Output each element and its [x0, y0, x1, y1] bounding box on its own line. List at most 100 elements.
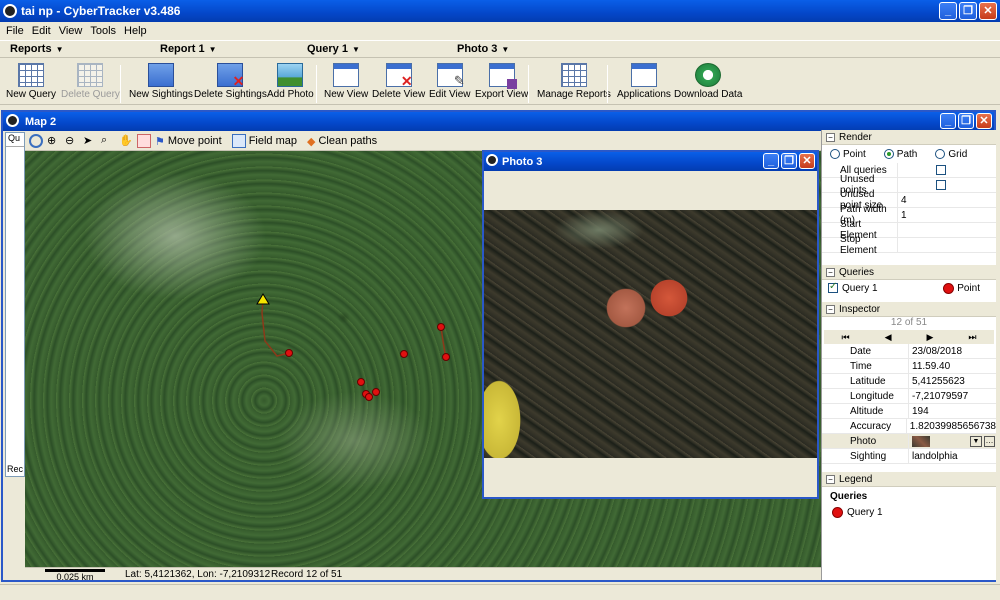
- edit-view-button[interactable]: ✎ Edit View: [429, 63, 471, 100]
- collapse-icon: −: [826, 132, 835, 142]
- delete-view-icon: ✕: [385, 63, 413, 89]
- accuracy-row: Accuracy 1.82039985656738: [822, 419, 996, 434]
- field-map-icon: [231, 134, 246, 148]
- new-query-button[interactable]: New Query: [6, 63, 56, 100]
- applications-button[interactable]: Applications: [617, 63, 671, 100]
- field-map-button[interactable]: Field map: [231, 134, 297, 148]
- photo-maximize-button[interactable]: ❐: [781, 153, 797, 169]
- date-row: Date 23/08/2018: [822, 344, 996, 359]
- unused-points-checkbox[interactable]: [936, 180, 946, 190]
- delete-sightings-button[interactable]: ✕ Delete Sightings: [194, 63, 267, 100]
- menu-tools[interactable]: Tools: [86, 25, 120, 37]
- legend-section-header[interactable]: − Legend: [822, 472, 996, 487]
- collapse-icon: −: [826, 474, 835, 484]
- photo-dropdown[interactable]: Photo 3 ▼: [457, 43, 509, 55]
- zoom-in-icon[interactable]: ⊕: [47, 134, 61, 148]
- close-button[interactable]: ✕: [979, 2, 997, 20]
- collapse-icon: −: [826, 304, 835, 314]
- unused-point-size-value[interactable]: 4: [897, 193, 996, 207]
- delete-query-button[interactable]: Delete Query: [61, 63, 120, 100]
- render-section-header[interactable]: − Render: [822, 130, 996, 145]
- first-record-icon[interactable]: ⏮: [841, 332, 849, 343]
- photo-minimize-button[interactable]: _: [763, 153, 779, 169]
- reports-dropdown[interactable]: Reports ▼: [10, 43, 63, 55]
- manage-reports-icon: [560, 63, 587, 87]
- chevron-down-icon: ▼: [208, 44, 217, 54]
- query-name: Query 1: [842, 282, 878, 294]
- map-close-button[interactable]: ✕: [976, 113, 992, 129]
- legend-item: Query 1: [822, 504, 996, 520]
- delete-view-button[interactable]: ✕ Delete View: [372, 63, 425, 100]
- map-window-titlebar[interactable]: Map 2 _ ❐ ✕: [3, 112, 994, 131]
- track-path: [261, 298, 290, 357]
- clean-paths-button[interactable]: ◆ Clean paths: [307, 135, 377, 148]
- sighting-point: [285, 349, 293, 357]
- select-arrow-icon[interactable]: ➤: [83, 134, 97, 148]
- move-point-button[interactable]: ⚑ Move point: [155, 135, 222, 148]
- all-queries-checkbox[interactable]: [936, 165, 946, 175]
- start-element-value[interactable]: [897, 223, 996, 237]
- edit-view-icon: ✎: [436, 63, 465, 88]
- menu-edit[interactable]: Edit: [28, 25, 55, 37]
- menu-file[interactable]: File: [2, 25, 28, 37]
- add-photo-button[interactable]: Add Photo: [267, 63, 314, 100]
- minimize-button[interactable]: _: [939, 2, 957, 20]
- stop-element-value[interactable]: [897, 238, 996, 252]
- new-view-button[interactable]: New View: [324, 63, 368, 100]
- new-sightings-icon: [147, 63, 174, 87]
- download-data-button[interactable]: Download Data: [674, 63, 742, 100]
- export-view-button[interactable]: Export View: [475, 63, 528, 100]
- menu-help[interactable]: Help: [120, 25, 151, 37]
- photo-close-button[interactable]: ✕: [799, 153, 815, 169]
- chevron-down-icon: ▼: [55, 44, 64, 54]
- applications-icon: [630, 63, 657, 87]
- manage-reports-button[interactable]: Manage Reports: [537, 63, 611, 100]
- query-checkbox[interactable]: [828, 281, 838, 293]
- map-minimize-button[interactable]: _: [940, 113, 956, 129]
- render-grid-radio[interactable]: Grid: [935, 149, 967, 160]
- queries-section-header[interactable]: − Queries: [822, 265, 996, 280]
- app-statusbar: [0, 584, 1000, 600]
- zoom-out-icon[interactable]: ⊖: [65, 134, 79, 148]
- report-dropdown[interactable]: Report 1 ▼: [160, 43, 217, 55]
- measure-icon[interactable]: [137, 134, 151, 148]
- menu-view[interactable]: View: [55, 25, 87, 37]
- photo-window-title: Photo 3: [502, 155, 543, 168]
- maximize-button[interactable]: ❐: [959, 2, 977, 20]
- new-sightings-button[interactable]: New Sightings: [129, 63, 193, 100]
- cybertracker-icon: [6, 114, 19, 127]
- record-readout: Record 12 of 51: [271, 569, 343, 580]
- path-width-value[interactable]: 1: [897, 208, 996, 222]
- flag-icon: ⚑: [155, 135, 165, 148]
- time-row: Time 11.59.40: [822, 359, 996, 374]
- hand-icon[interactable]: ✋: [119, 134, 133, 148]
- render-path-radio[interactable]: Path: [883, 149, 917, 160]
- pan-icon[interactable]: [29, 134, 43, 148]
- map-maximize-button[interactable]: ❐: [958, 113, 974, 129]
- photo-window-titlebar[interactable]: Photo 3 _ ❐ ✕: [484, 152, 817, 171]
- scale-bar: 0.025 km: [41, 569, 109, 582]
- sighting-point: [357, 378, 365, 386]
- chevron-down-icon: ▼: [351, 44, 360, 54]
- photo-ellipsis-button[interactable]: …: [984, 435, 995, 447]
- last-record-icon[interactable]: ⏭: [968, 332, 976, 343]
- selector-bar: Reports ▼ Report 1 ▼ Query 1 ▼ Photo 3 ▼: [0, 40, 1000, 58]
- sighting-point: [442, 353, 450, 361]
- queries-tab[interactable]: Qu: [6, 133, 24, 147]
- query-style[interactable]: Point: [943, 282, 996, 294]
- delete-query-icon: [77, 63, 104, 87]
- prev-record-icon[interactable]: ◀: [885, 332, 892, 343]
- inspector-section-header[interactable]: − Inspector: [822, 302, 996, 317]
- photo-dropdown-button[interactable]: ▼: [970, 435, 982, 447]
- delete-sightings-icon: ✕: [217, 63, 244, 89]
- record-navigation: ⏮ ◀ ▶ ⏭: [824, 330, 994, 344]
- sighting-point: [365, 393, 373, 401]
- next-record-icon[interactable]: ▶: [926, 332, 933, 343]
- latitude-row: Latitude 5,41255623: [822, 374, 996, 389]
- query-dropdown[interactable]: Query 1 ▼: [307, 43, 360, 55]
- render-point-radio[interactable]: Point: [830, 149, 866, 160]
- photo-row: Photo ▼…: [822, 434, 996, 449]
- app-title: tai np - CyberTracker v3.486: [21, 4, 181, 18]
- render-mode-group: Point Path Grid: [822, 145, 996, 163]
- zoom-icon[interactable]: ⌕: [101, 134, 115, 148]
